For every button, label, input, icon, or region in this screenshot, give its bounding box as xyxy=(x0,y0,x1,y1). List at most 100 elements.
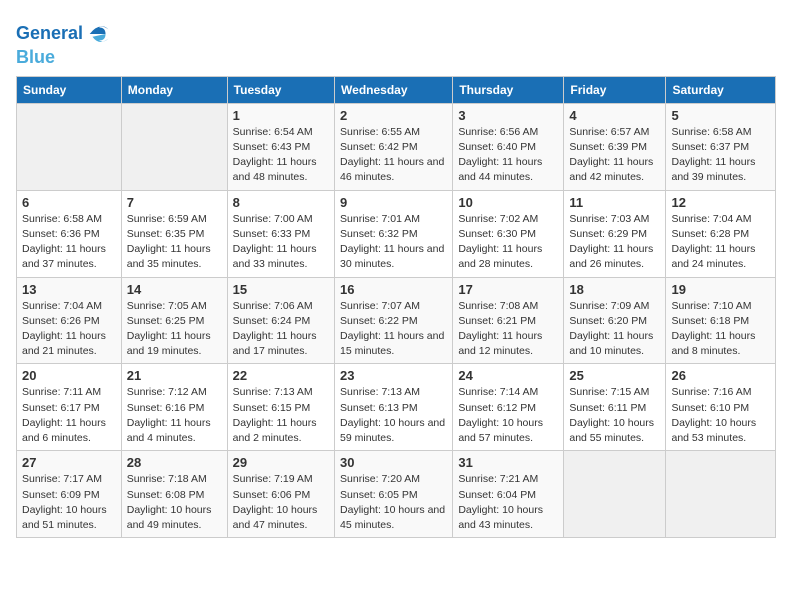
day-number: 13 xyxy=(22,282,116,297)
day-cell xyxy=(564,451,666,538)
day-cell: 6 Sunrise: 6:58 AM Sunset: 6:36 PM Daylig… xyxy=(17,190,122,277)
day-cell: 23 Sunrise: 7:13 AM Sunset: 6:13 PM Dayli… xyxy=(335,364,453,451)
day-cell: 16 Sunrise: 7:07 AM Sunset: 6:22 PM Dayli… xyxy=(335,277,453,364)
day-info: Sunrise: 7:09 AM Sunset: 6:20 PM Dayligh… xyxy=(569,299,660,360)
day-cell: 3 Sunrise: 6:56 AM Sunset: 6:40 PM Daylig… xyxy=(453,103,564,190)
header-monday: Monday xyxy=(121,76,227,103)
header-thursday: Thursday xyxy=(453,76,564,103)
header-wednesday: Wednesday xyxy=(335,76,453,103)
day-info: Sunrise: 7:04 AM Sunset: 6:28 PM Dayligh… xyxy=(671,212,770,273)
day-cell xyxy=(17,103,122,190)
day-cell: 25 Sunrise: 7:15 AM Sunset: 6:11 PM Dayli… xyxy=(564,364,666,451)
day-cell: 19Sunrise: 7:10 AM Sunset: 6:18 PM Dayli… xyxy=(666,277,776,364)
week-row-0: 1 Sunrise: 6:54 AM Sunset: 6:43 PM Daylig… xyxy=(17,103,776,190)
day-info: Sunrise: 7:07 AM Sunset: 6:22 PM Dayligh… xyxy=(340,299,447,360)
day-info: Sunrise: 6:59 AM Sunset: 6:35 PM Dayligh… xyxy=(127,212,222,273)
day-cell: 4 Sunrise: 6:57 AM Sunset: 6:39 PM Daylig… xyxy=(564,103,666,190)
day-number: 21 xyxy=(127,368,222,383)
day-info: Sunrise: 7:03 AM Sunset: 6:29 PM Dayligh… xyxy=(569,212,660,273)
day-cell: 21 Sunrise: 7:12 AM Sunset: 6:16 PM Dayli… xyxy=(121,364,227,451)
day-info: Sunrise: 7:08 AM Sunset: 6:21 PM Dayligh… xyxy=(458,299,558,360)
day-info: Sunrise: 6:56 AM Sunset: 6:40 PM Dayligh… xyxy=(458,125,558,186)
day-number: 25 xyxy=(569,368,660,383)
day-cell: 11 Sunrise: 7:03 AM Sunset: 6:29 PM Dayli… xyxy=(564,190,666,277)
day-cell: 5Sunrise: 6:58 AM Sunset: 6:37 PM Daylig… xyxy=(666,103,776,190)
day-cell: 31 Sunrise: 7:21 AM Sunset: 6:04 PM Dayli… xyxy=(453,451,564,538)
day-info: Sunrise: 7:20 AM Sunset: 6:05 PM Dayligh… xyxy=(340,472,447,533)
day-info: Sunrise: 6:54 AM Sunset: 6:43 PM Dayligh… xyxy=(233,125,329,186)
day-number: 9 xyxy=(340,195,447,210)
day-number: 7 xyxy=(127,195,222,210)
day-info: Sunrise: 7:05 AM Sunset: 6:25 PM Dayligh… xyxy=(127,299,222,360)
week-row-3: 20 Sunrise: 7:11 AM Sunset: 6:17 PM Dayli… xyxy=(17,364,776,451)
day-number: 29 xyxy=(233,455,329,470)
day-info: Sunrise: 6:57 AM Sunset: 6:39 PM Dayligh… xyxy=(569,125,660,186)
day-info: Sunrise: 7:19 AM Sunset: 6:06 PM Dayligh… xyxy=(233,472,329,533)
day-number: 10 xyxy=(458,195,558,210)
day-info: Sunrise: 7:21 AM Sunset: 6:04 PM Dayligh… xyxy=(458,472,558,533)
day-number: 3 xyxy=(458,108,558,123)
day-number: 18 xyxy=(569,282,660,297)
day-cell: 29 Sunrise: 7:19 AM Sunset: 6:06 PM Dayli… xyxy=(227,451,334,538)
header-tuesday: Tuesday xyxy=(227,76,334,103)
day-number: 16 xyxy=(340,282,447,297)
day-cell: 10Sunrise: 7:02 AM Sunset: 6:30 PM Dayli… xyxy=(453,190,564,277)
day-cell: 27Sunrise: 7:17 AM Sunset: 6:09 PM Dayli… xyxy=(17,451,122,538)
calendar-header-row: SundayMondayTuesdayWednesdayThursdayFrid… xyxy=(17,76,776,103)
day-number: 8 xyxy=(233,195,329,210)
header-friday: Friday xyxy=(564,76,666,103)
day-cell: 20 Sunrise: 7:11 AM Sunset: 6:17 PM Dayli… xyxy=(17,364,122,451)
day-number: 4 xyxy=(569,108,660,123)
page-header: General Blue xyxy=(16,16,776,68)
day-cell: 8 Sunrise: 7:00 AM Sunset: 6:33 PM Daylig… xyxy=(227,190,334,277)
logo-text2: Blue xyxy=(16,48,113,68)
day-cell: 17 Sunrise: 7:08 AM Sunset: 6:21 PM Dayli… xyxy=(453,277,564,364)
day-number: 19 xyxy=(671,282,770,297)
day-cell: 18 Sunrise: 7:09 AM Sunset: 6:20 PM Dayli… xyxy=(564,277,666,364)
day-info: Sunrise: 7:16 AM Sunset: 6:10 PM Dayligh… xyxy=(671,385,770,446)
day-info: Sunrise: 7:12 AM Sunset: 6:16 PM Dayligh… xyxy=(127,385,222,446)
day-number: 1 xyxy=(233,108,329,123)
day-info: Sunrise: 7:04 AM Sunset: 6:26 PM Dayligh… xyxy=(22,299,116,360)
day-number: 6 xyxy=(22,195,116,210)
day-number: 22 xyxy=(233,368,329,383)
day-info: Sunrise: 7:06 AM Sunset: 6:24 PM Dayligh… xyxy=(233,299,329,360)
day-info: Sunrise: 7:15 AM Sunset: 6:11 PM Dayligh… xyxy=(569,385,660,446)
header-sunday: Sunday xyxy=(17,76,122,103)
day-number: 17 xyxy=(458,282,558,297)
day-number: 5 xyxy=(671,108,770,123)
week-row-4: 27Sunrise: 7:17 AM Sunset: 6:09 PM Dayli… xyxy=(17,451,776,538)
week-row-2: 13 Sunrise: 7:04 AM Sunset: 6:26 PM Dayli… xyxy=(17,277,776,364)
day-cell xyxy=(121,103,227,190)
day-cell: 28Sunrise: 7:18 AM Sunset: 6:08 PM Dayli… xyxy=(121,451,227,538)
day-number: 23 xyxy=(340,368,447,383)
day-number: 12 xyxy=(671,195,770,210)
day-info: Sunrise: 7:11 AM Sunset: 6:17 PM Dayligh… xyxy=(22,385,116,446)
day-cell xyxy=(666,451,776,538)
day-info: Sunrise: 7:01 AM Sunset: 6:32 PM Dayligh… xyxy=(340,212,447,273)
calendar-body: 1 Sunrise: 6:54 AM Sunset: 6:43 PM Daylig… xyxy=(17,103,776,537)
day-info: Sunrise: 7:13 AM Sunset: 6:13 PM Dayligh… xyxy=(340,385,447,446)
day-cell: 15Sunrise: 7:06 AM Sunset: 6:24 PM Dayli… xyxy=(227,277,334,364)
day-number: 26 xyxy=(671,368,770,383)
calendar-table: SundayMondayTuesdayWednesdayThursdayFrid… xyxy=(16,76,776,538)
day-number: 24 xyxy=(458,368,558,383)
day-info: Sunrise: 6:55 AM Sunset: 6:42 PM Dayligh… xyxy=(340,125,447,186)
day-info: Sunrise: 7:14 AM Sunset: 6:12 PM Dayligh… xyxy=(458,385,558,446)
day-cell: 9 Sunrise: 7:01 AM Sunset: 6:32 PM Daylig… xyxy=(335,190,453,277)
day-number: 30 xyxy=(340,455,447,470)
day-info: Sunrise: 6:58 AM Sunset: 6:36 PM Dayligh… xyxy=(22,212,116,273)
day-number: 28 xyxy=(127,455,222,470)
day-cell: 7 Sunrise: 6:59 AM Sunset: 6:35 PM Daylig… xyxy=(121,190,227,277)
header-saturday: Saturday xyxy=(666,76,776,103)
day-number: 11 xyxy=(569,195,660,210)
day-info: Sunrise: 7:00 AM Sunset: 6:33 PM Dayligh… xyxy=(233,212,329,273)
day-cell: 24 Sunrise: 7:14 AM Sunset: 6:12 PM Dayli… xyxy=(453,364,564,451)
day-number: 20 xyxy=(22,368,116,383)
week-row-1: 6 Sunrise: 6:58 AM Sunset: 6:36 PM Daylig… xyxy=(17,190,776,277)
day-number: 31 xyxy=(458,455,558,470)
logo-text: General xyxy=(16,20,113,48)
day-info: Sunrise: 7:13 AM Sunset: 6:15 PM Dayligh… xyxy=(233,385,329,446)
logo: General Blue xyxy=(16,20,113,68)
day-cell: 26 Sunrise: 7:16 AM Sunset: 6:10 PM Dayli… xyxy=(666,364,776,451)
